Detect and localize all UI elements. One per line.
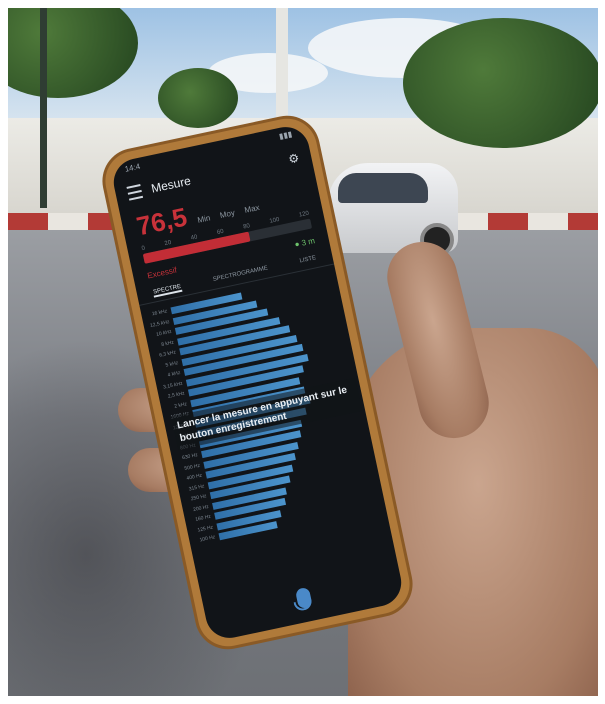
tab-spectrum[interactable]: SPECTRE <box>152 283 183 298</box>
meter-tick: 100 <box>269 216 281 225</box>
settings-icon[interactable]: ⚙ <box>287 151 300 167</box>
distance-indicator: ● 3 m <box>293 236 316 250</box>
spectrum-band-label: 12,5 kHz <box>149 318 171 329</box>
menu-icon[interactable] <box>126 184 144 201</box>
spectrum-band-label: 160 Hz <box>194 513 212 523</box>
tree <box>158 68 238 128</box>
microphone-icon[interactable] <box>294 586 313 610</box>
stat-label-max: Max <box>243 202 261 215</box>
distance-text: 3 m <box>300 236 316 248</box>
stat-label-avg: Moy <box>219 208 236 221</box>
meter-tick: 120 <box>298 210 310 219</box>
spectrum-band-label: 500 Hz <box>183 462 201 472</box>
meter-tick: 80 <box>242 223 251 231</box>
spectrum-band-label: 630 Hz <box>181 452 199 462</box>
spectrum-band-label: 400 Hz <box>186 472 203 482</box>
spectrum-band-label: 8 kHz <box>160 339 175 348</box>
tree <box>403 18 598 148</box>
spectrum-band-label: 100 Hz <box>199 534 216 544</box>
spectrum-band-label: 16 kHz <box>151 308 168 318</box>
meter-tick: 0 <box>141 245 146 253</box>
signal-icon: ▮▮▮ <box>278 129 294 142</box>
tab-list[interactable]: LISTE <box>299 255 317 266</box>
alert-text: Excessif <box>146 265 178 281</box>
spectrum-band-label: 6,3 kHz <box>158 349 177 359</box>
pole <box>276 8 288 128</box>
pole <box>40 8 47 208</box>
spectrum-band-label: 200 Hz <box>192 503 210 513</box>
spectrum-band-label: 4 kHz <box>167 369 181 379</box>
meter-tick: 40 <box>190 234 199 242</box>
spectrum-band-label: 2,5 kHz <box>167 390 186 400</box>
spectrum-band-label: 10 kHz <box>155 328 173 338</box>
spectrum-band-label: 125 Hz <box>196 523 214 534</box>
car-window <box>338 173 428 203</box>
spectrum-band-label: 5 kHz <box>164 359 179 369</box>
spectrum-band-label: 250 Hz <box>190 493 208 503</box>
stat-label-min: Min <box>196 213 212 225</box>
meter-tick: 60 <box>216 228 225 237</box>
meter-tick: 20 <box>164 239 172 248</box>
spectrum-band-label: 3,15 kHz <box>162 380 184 391</box>
status-time: 14:4 <box>123 161 141 174</box>
spectrum-band-label: 315 Hz <box>188 482 205 493</box>
spectrum-band-label: 2 kHz <box>173 400 188 410</box>
